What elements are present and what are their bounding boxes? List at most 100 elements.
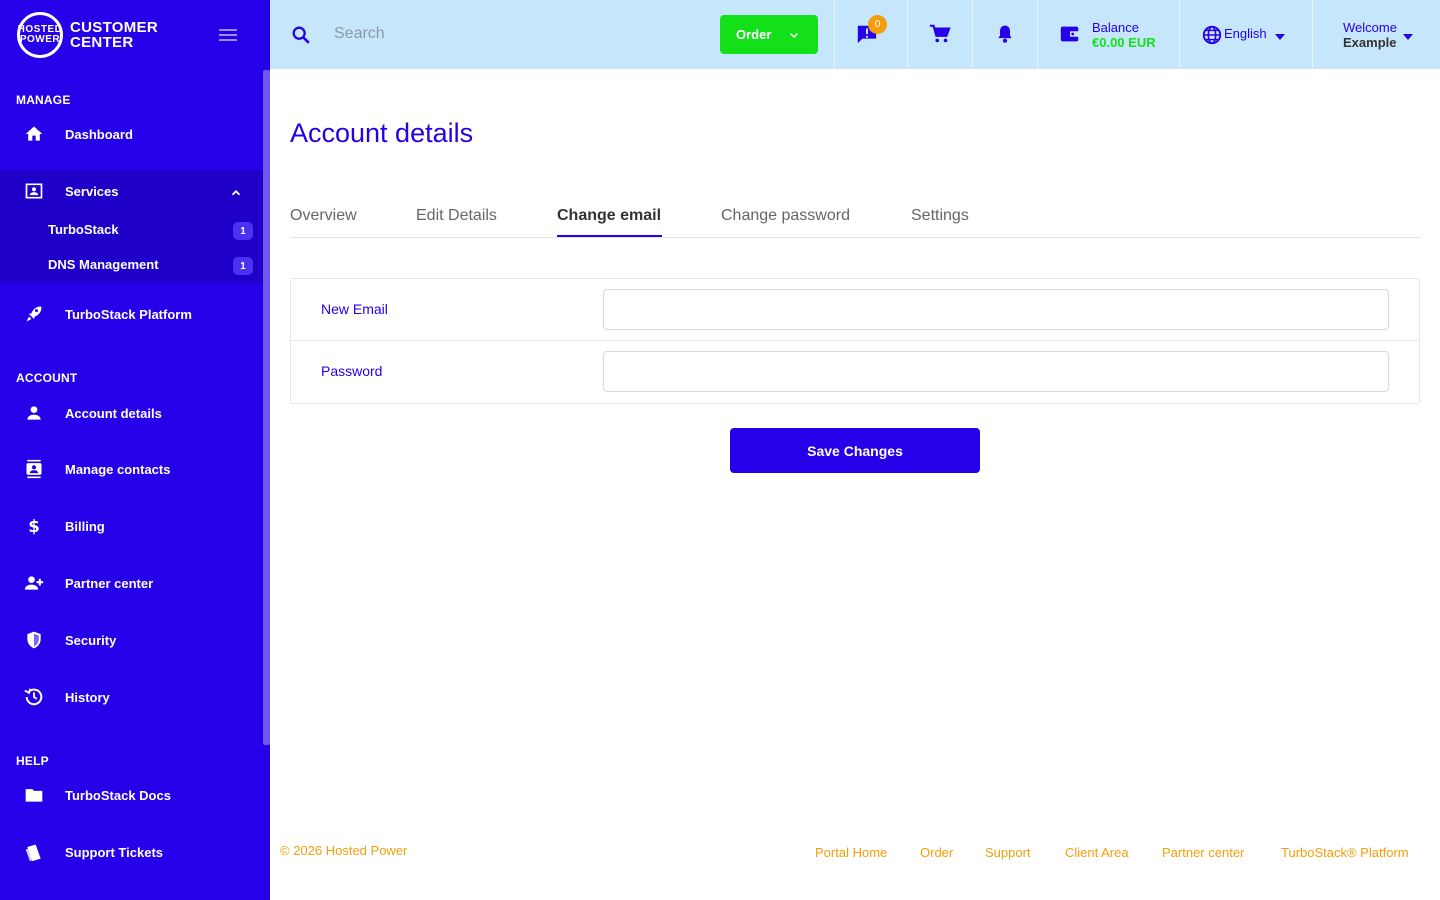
sidebar-item-manage-contacts[interactable]: Manage contacts <box>0 445 263 493</box>
sidebar-item-label: Dashboard <box>65 126 133 142</box>
sidebar-subitem-dns[interactable]: DNS Management 1 <box>0 248 263 282</box>
sidebar-item-turbostack-platform[interactable]: TurboStack Platform <box>0 290 263 338</box>
sidebar-item-security[interactable]: Security <box>0 616 263 664</box>
language-label: English <box>1224 26 1267 41</box>
topbar-divider <box>972 0 973 69</box>
sidebar-item-label: TurboStack Platform <box>65 306 192 322</box>
copyright-text: © 2026 Hosted Power <box>280 843 408 858</box>
sidebar-subitem-label: TurboStack <box>48 222 119 237</box>
globe-icon <box>1201 24 1223 51</box>
sidebar-item-label: Manage contacts <box>65 461 171 477</box>
tab-settings[interactable]: Settings <box>911 207 969 225</box>
section-label-account: ACCOUNT <box>16 371 78 385</box>
cart-icon[interactable] <box>929 23 951 50</box>
tab-overview[interactable]: Overview <box>290 207 357 225</box>
sidebar-item-history[interactable]: History <box>0 673 263 721</box>
brand-title: CUSTOMER CENTER <box>70 20 158 50</box>
sidebar-item-label: Billing <box>65 518 105 534</box>
ticket-count-badge: 0 <box>868 15 887 34</box>
footer-link-portal-home[interactable]: Portal Home <box>815 845 887 860</box>
tickets-icon <box>23 841 45 863</box>
shield-icon <box>23 629 45 651</box>
chevron-up-icon[interactable] <box>229 186 243 205</box>
topbar-divider <box>1037 0 1038 69</box>
sidebar-item-label: TurboStack Docs <box>65 787 171 803</box>
new-email-field[interactable] <box>603 289 1389 330</box>
footer-link-order[interactable]: Order <box>920 845 953 860</box>
password-label: Password <box>321 363 383 379</box>
count-badge: 1 <box>233 257 253 275</box>
new-email-label: New Email <box>321 301 388 317</box>
topbar-divider <box>834 0 835 69</box>
footer-link-turbostack-platform[interactable]: TurboStack® Platform <box>1281 845 1409 860</box>
page-title: Account details <box>290 118 474 148</box>
tab-change-password[interactable]: Change password <box>721 207 850 225</box>
order-button-label: Order <box>736 27 772 42</box>
svg-text:$: $ <box>28 517 40 536</box>
sidebar-item-label: Partner center <box>65 575 154 591</box>
rocket-icon <box>23 303 45 325</box>
wallet-icon[interactable] <box>1059 23 1081 50</box>
sidebar-item-label: Services <box>65 183 119 199</box>
footer-link-partner-center[interactable]: Partner center <box>1162 845 1244 860</box>
sidebar-header: HOSTED POWER CUSTOMER CENTER <box>0 0 270 70</box>
topbar-divider <box>1312 0 1313 69</box>
services-group: Services TurboStack 1 DNS Management 1 <box>0 170 263 283</box>
home-icon <box>23 123 45 145</box>
bell-icon[interactable] <box>995 23 1015 50</box>
balance-label: Balance <box>1092 20 1139 35</box>
sidebar-item-services[interactable]: Services <box>0 167 263 215</box>
form-row-new-email: New Email <box>291 279 1419 341</box>
sidebar: HOSTED POWER CUSTOMER CENTER MANAGE Dash… <box>0 0 270 900</box>
order-button[interactable]: Order <box>720 15 818 54</box>
form-row-password: Password <box>291 341 1419 403</box>
change-email-form: New Email Password <box>290 278 1420 404</box>
hamburger-menu-icon[interactable] <box>219 29 237 41</box>
caret-down-icon <box>1402 29 1414 47</box>
dollar-icon: $ <box>23 515 45 537</box>
save-changes-button[interactable]: Save Changes <box>730 428 980 473</box>
brand-title-line-1: CUSTOMER <box>70 19 158 36</box>
sidebar-item-account-details[interactable]: Account details <box>0 389 263 437</box>
sidebar-item-label: History <box>65 689 110 705</box>
sidebar-item-billing[interactable]: $ Billing <box>0 502 263 550</box>
active-tab-indicator <box>557 235 662 237</box>
logo-line-2: POWER <box>19 34 61 45</box>
topbar: Order 0 Balance €0.00 EUR English Welcom… <box>270 0 1440 69</box>
footer-link-support[interactable]: Support <box>985 845 1031 860</box>
sidebar-item-label: Security <box>65 632 117 648</box>
sidebar-item-label: Account details <box>65 405 162 421</box>
welcome-label: Welcome <box>1343 20 1397 35</box>
balance-value: €0.00 EUR <box>1092 35 1156 50</box>
sidebar-subitem-turbostack[interactable]: TurboStack 1 <box>0 213 263 247</box>
sidebar-item-turbostack-docs[interactable]: TurboStack Docs <box>0 771 263 819</box>
sidebar-scrollbar[interactable] <box>263 70 270 745</box>
account-tabs: Overview Edit Details Change email Chang… <box>290 200 1420 238</box>
folder-icon <box>23 784 45 806</box>
contact-card-icon <box>23 180 45 202</box>
sidebar-item-label: Support Tickets <box>65 844 164 860</box>
sidebar-item-dashboard[interactable]: Dashboard <box>0 110 263 158</box>
contacts-icon <box>23 458 45 480</box>
add-person-icon <box>23 572 45 594</box>
search-input[interactable] <box>334 20 694 48</box>
topbar-divider <box>1179 0 1180 69</box>
tab-edit-details[interactable]: Edit Details <box>416 207 497 225</box>
chevron-down-icon <box>788 29 800 44</box>
count-badge: 1 <box>233 222 253 240</box>
user-name: Example <box>1343 35 1397 50</box>
caret-down-icon <box>1274 29 1286 47</box>
person-icon <box>23 402 45 424</box>
password-field[interactable] <box>603 351 1389 392</box>
footer-link-client-area[interactable]: Client Area <box>1065 845 1129 860</box>
search-icon[interactable] <box>290 24 312 51</box>
sidebar-item-support-tickets[interactable]: Support Tickets <box>0 828 263 876</box>
brand-logo[interactable]: HOSTED POWER <box>17 12 63 58</box>
section-label-help: HELP <box>16 754 49 768</box>
topbar-divider <box>907 0 908 69</box>
section-label-manage: MANAGE <box>16 93 71 107</box>
sidebar-item-partner-center[interactable]: Partner center <box>0 559 263 607</box>
tab-change-email[interactable]: Change email <box>557 207 661 225</box>
sidebar-subitem-label: DNS Management <box>48 257 159 272</box>
history-icon <box>23 686 45 708</box>
